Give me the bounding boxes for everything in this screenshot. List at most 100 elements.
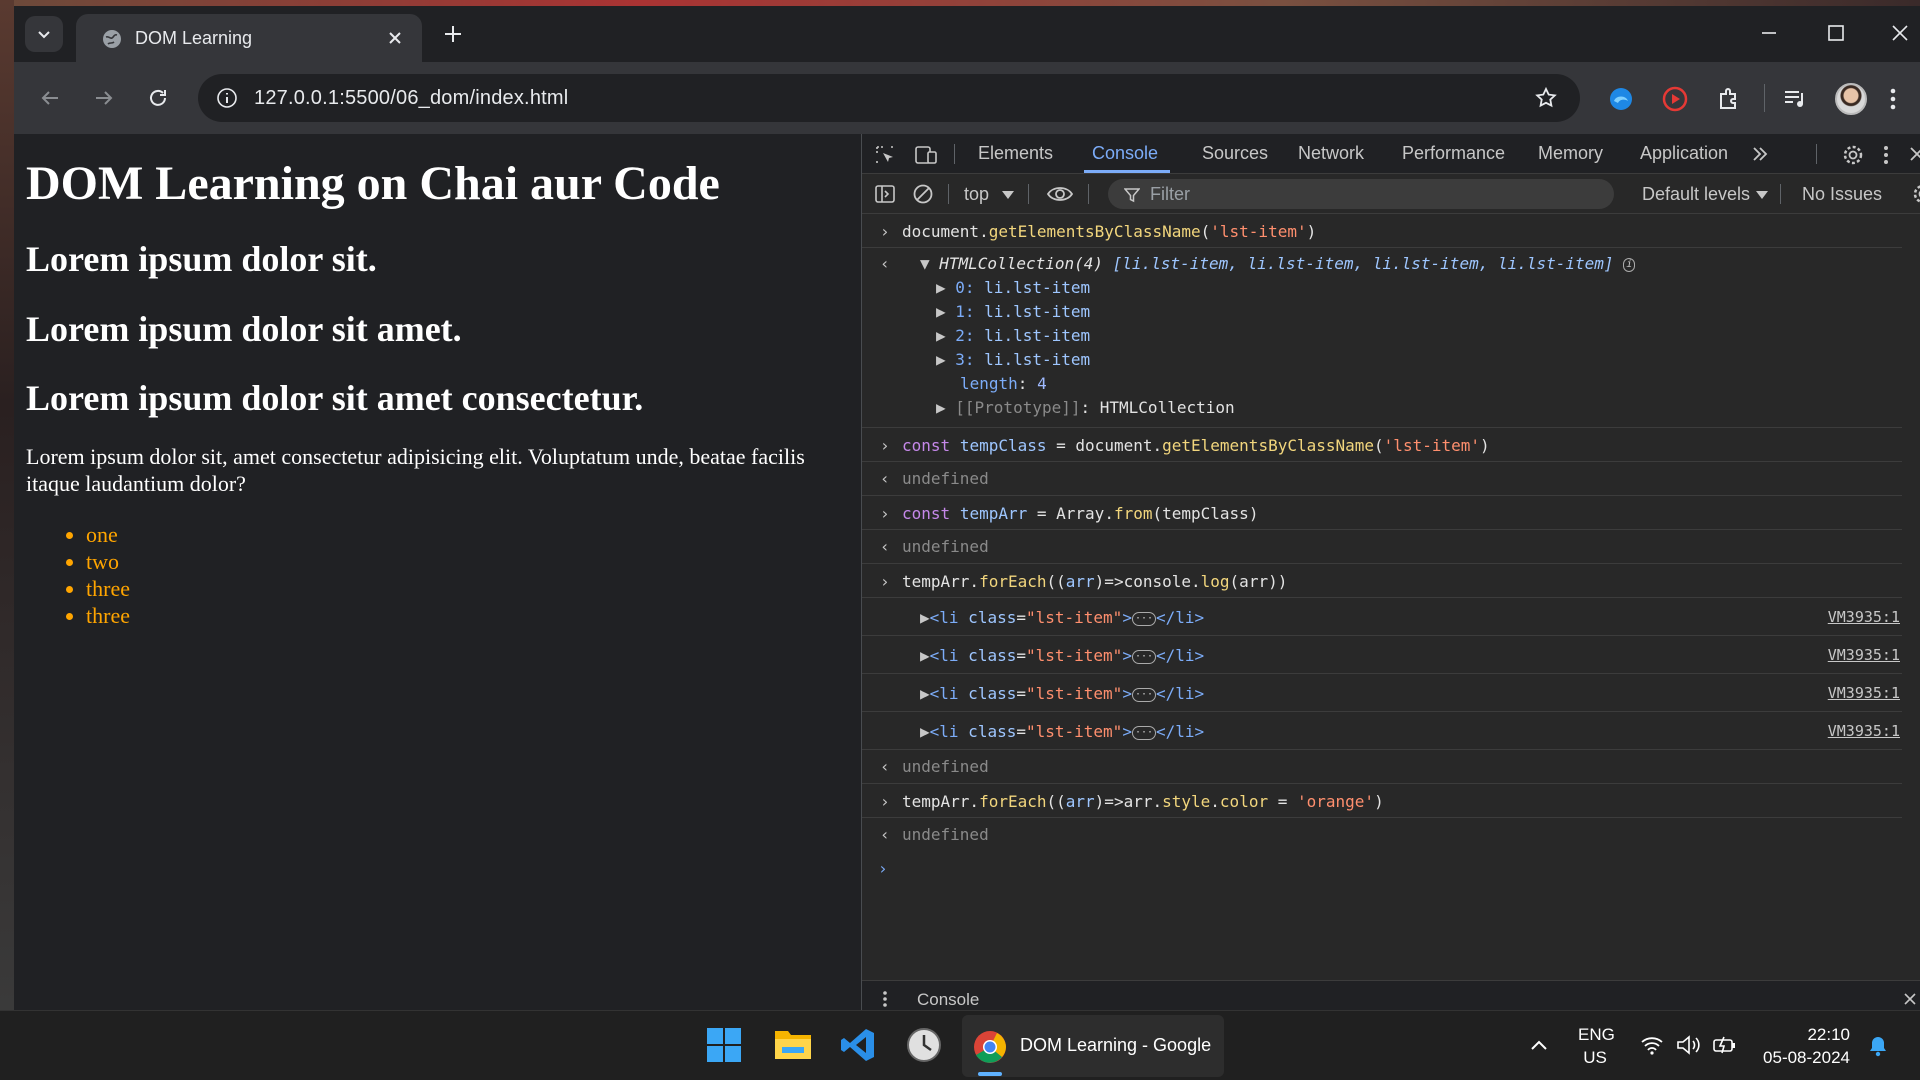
collection-item[interactable]: ▶ 0: li.lst-item	[936, 278, 1090, 297]
tray-chevron-up-icon[interactable]	[1530, 1039, 1548, 1051]
profile-avatar[interactable]	[1835, 83, 1867, 115]
reload-icon[interactable]	[146, 86, 170, 110]
tab-application[interactable]: Application	[1640, 143, 1728, 164]
window-close-icon[interactable]	[1890, 23, 1910, 43]
levels-dropdown-icon[interactable]	[1756, 191, 1768, 199]
list-item: two	[86, 548, 849, 575]
url-text: 127.0.0.1:5500/06_dom/index.html	[254, 87, 569, 109]
clock-date[interactable]: 05-08-2024	[1740, 1048, 1850, 1068]
new-tab-plus-icon[interactable]	[442, 23, 464, 45]
tab-elements[interactable]: Elements	[978, 143, 1053, 164]
inspect-element-icon[interactable]	[874, 144, 896, 166]
source-link[interactable]: VM3935:1	[1828, 722, 1900, 740]
forward-arrow-icon[interactable]	[92, 86, 116, 110]
collection-item[interactable]: ▶ 3: li.lst-item	[936, 350, 1090, 369]
tab-divider	[954, 144, 955, 164]
browser-tab-active[interactable]: DOM Learning	[76, 14, 422, 62]
filter-divider	[1028, 184, 1029, 204]
filter-input[interactable]: Filter	[1108, 179, 1614, 209]
console-log-row[interactable]: ▶<li class="lst-item"> ··· </li> VM3935:1	[862, 674, 1902, 712]
console-input-row: › const tempArr = Array.from(tempClass)	[862, 496, 1902, 530]
active-tab-indicator	[1084, 170, 1170, 173]
language-indicator[interactable]: ENG	[1578, 1025, 1615, 1045]
console-log-row[interactable]: ▶<li class="lst-item"> ··· </li> VM3935:1	[862, 598, 1902, 636]
console-log-row[interactable]: ▶<li class="lst-item"> ··· </li> VM3935:1	[862, 712, 1902, 750]
devtools-kebab-icon[interactable]	[1882, 144, 1890, 166]
clock-time[interactable]: 22:10	[1760, 1025, 1850, 1045]
console-prompt-icon: ›	[878, 859, 888, 878]
clock-app-icon[interactable]	[906, 1027, 942, 1063]
source-link[interactable]: VM3935:1	[1828, 608, 1900, 626]
notification-bell-icon[interactable]	[1868, 1035, 1888, 1057]
collection-prototype[interactable]: ▶ [[Prototype]]: HTMLCollection	[936, 398, 1235, 417]
address-bar[interactable]: 127.0.0.1:5500/06_dom/index.html	[198, 74, 1580, 122]
site-info-icon[interactable]	[216, 87, 238, 109]
console-result-row: ‹ undefined	[862, 462, 1902, 496]
windows-start-icon[interactable]	[706, 1027, 742, 1063]
console-input-row: › document.getElementsByClassName('lst-i…	[862, 214, 1902, 248]
source-link[interactable]: VM3935:1	[1828, 684, 1900, 702]
console-settings-gear-icon[interactable]	[1912, 183, 1920, 205]
filter-divider	[948, 184, 949, 204]
tab-search-button[interactable]	[25, 16, 63, 52]
browser-window: DOM Learning 127.0.0.1:5500/06_dom/index…	[14, 6, 1920, 1010]
close-devtools-icon[interactable]	[1908, 144, 1920, 164]
tab-performance[interactable]: Performance	[1402, 143, 1505, 164]
tab-console[interactable]: Console	[1092, 143, 1158, 164]
console-log-row[interactable]: ▶<li class="lst-item"> ··· </li> VM3935:1	[862, 636, 1902, 674]
ellipsis-icon: ···	[1131, 649, 1157, 664]
tab-sources[interactable]: Sources	[1202, 143, 1268, 164]
drawer-kebab-icon[interactable]	[882, 990, 888, 1008]
media-controls-icon[interactable]	[1782, 86, 1808, 112]
volume-icon[interactable]	[1676, 1035, 1702, 1055]
result-return-icon: ‹	[880, 254, 890, 273]
file-explorer-icon[interactable]	[774, 1027, 812, 1061]
close-drawer-icon[interactable]	[1902, 991, 1918, 1007]
ellipsis-icon: ···	[1131, 725, 1157, 740]
back-arrow-icon[interactable]	[38, 86, 62, 110]
ellipsis-icon: ···	[1131, 687, 1157, 702]
more-tabs-chevron-icon[interactable]	[1750, 144, 1770, 164]
result-return-icon: ‹	[880, 825, 890, 844]
context-dropdown-icon[interactable]	[1002, 191, 1014, 199]
tab-network[interactable]: Network	[1298, 143, 1364, 164]
tab-memory[interactable]: Memory	[1538, 143, 1603, 164]
clear-console-icon[interactable]	[912, 183, 934, 205]
extensions-puzzle-icon[interactable]	[1716, 86, 1742, 112]
taskbar-chrome-button[interactable]: DOM Learning - Google	[962, 1015, 1224, 1077]
language-region[interactable]: US	[1578, 1048, 1612, 1068]
collection-summary[interactable]: ▼ HTMLCollection(4) [li.lst-item, li.lst…	[920, 254, 1636, 273]
vscode-icon[interactable]	[840, 1027, 876, 1063]
drawer-console-tab[interactable]: Console	[917, 990, 979, 1010]
edge-extension-icon[interactable]	[1608, 86, 1634, 112]
collection-item[interactable]: ▶ 2: li.lst-item	[936, 326, 1090, 345]
minimize-icon[interactable]	[1759, 23, 1779, 43]
sidebar-toggle-icon[interactable]	[874, 183, 896, 205]
issues-counter[interactable]: No Issues	[1802, 184, 1882, 205]
wifi-icon[interactable]	[1640, 1035, 1664, 1055]
page-viewport: DOM Learning on Chai aur Code Lorem ipsu…	[14, 134, 861, 1010]
collection-item[interactable]: ▶ 1: li.lst-item	[936, 302, 1090, 321]
result-return-icon: ‹	[880, 537, 890, 556]
bookmark-star-icon[interactable]	[1534, 86, 1558, 110]
close-icon[interactable]	[384, 27, 406, 49]
context-selector[interactable]: top	[964, 184, 989, 205]
console-command: tempArr.forEach((arr)=>arr.style.color =…	[902, 792, 1384, 811]
device-toolbar-icon[interactable]	[914, 144, 938, 166]
console-result-row: ‹ undefined	[862, 750, 1902, 784]
gear-icon[interactable]	[1842, 144, 1864, 166]
maximize-icon[interactable]	[1826, 23, 1846, 43]
log-levels-selector[interactable]: Default levels	[1642, 184, 1750, 205]
battery-charging-icon[interactable]	[1712, 1035, 1738, 1055]
record-extension-icon[interactable]	[1662, 86, 1688, 112]
console-command: const tempArr = Array.from(tempClass)	[902, 504, 1259, 523]
kebab-menu-icon[interactable]	[1888, 86, 1898, 112]
windows-taskbar: DOM Learning - Google ENG US 22:10 05-08…	[0, 1010, 1920, 1080]
subheading-1: Lorem ipsum dolor sit.	[26, 239, 377, 280]
source-link[interactable]: VM3935:1	[1828, 646, 1900, 664]
console-prompt-row[interactable]: ›	[862, 852, 1902, 886]
undefined-result: undefined	[902, 825, 989, 844]
live-expression-eye-icon[interactable]	[1046, 185, 1074, 203]
tab-divider	[1816, 144, 1817, 164]
console-output: › document.getElementsByClassName('lst-i…	[862, 214, 1920, 914]
